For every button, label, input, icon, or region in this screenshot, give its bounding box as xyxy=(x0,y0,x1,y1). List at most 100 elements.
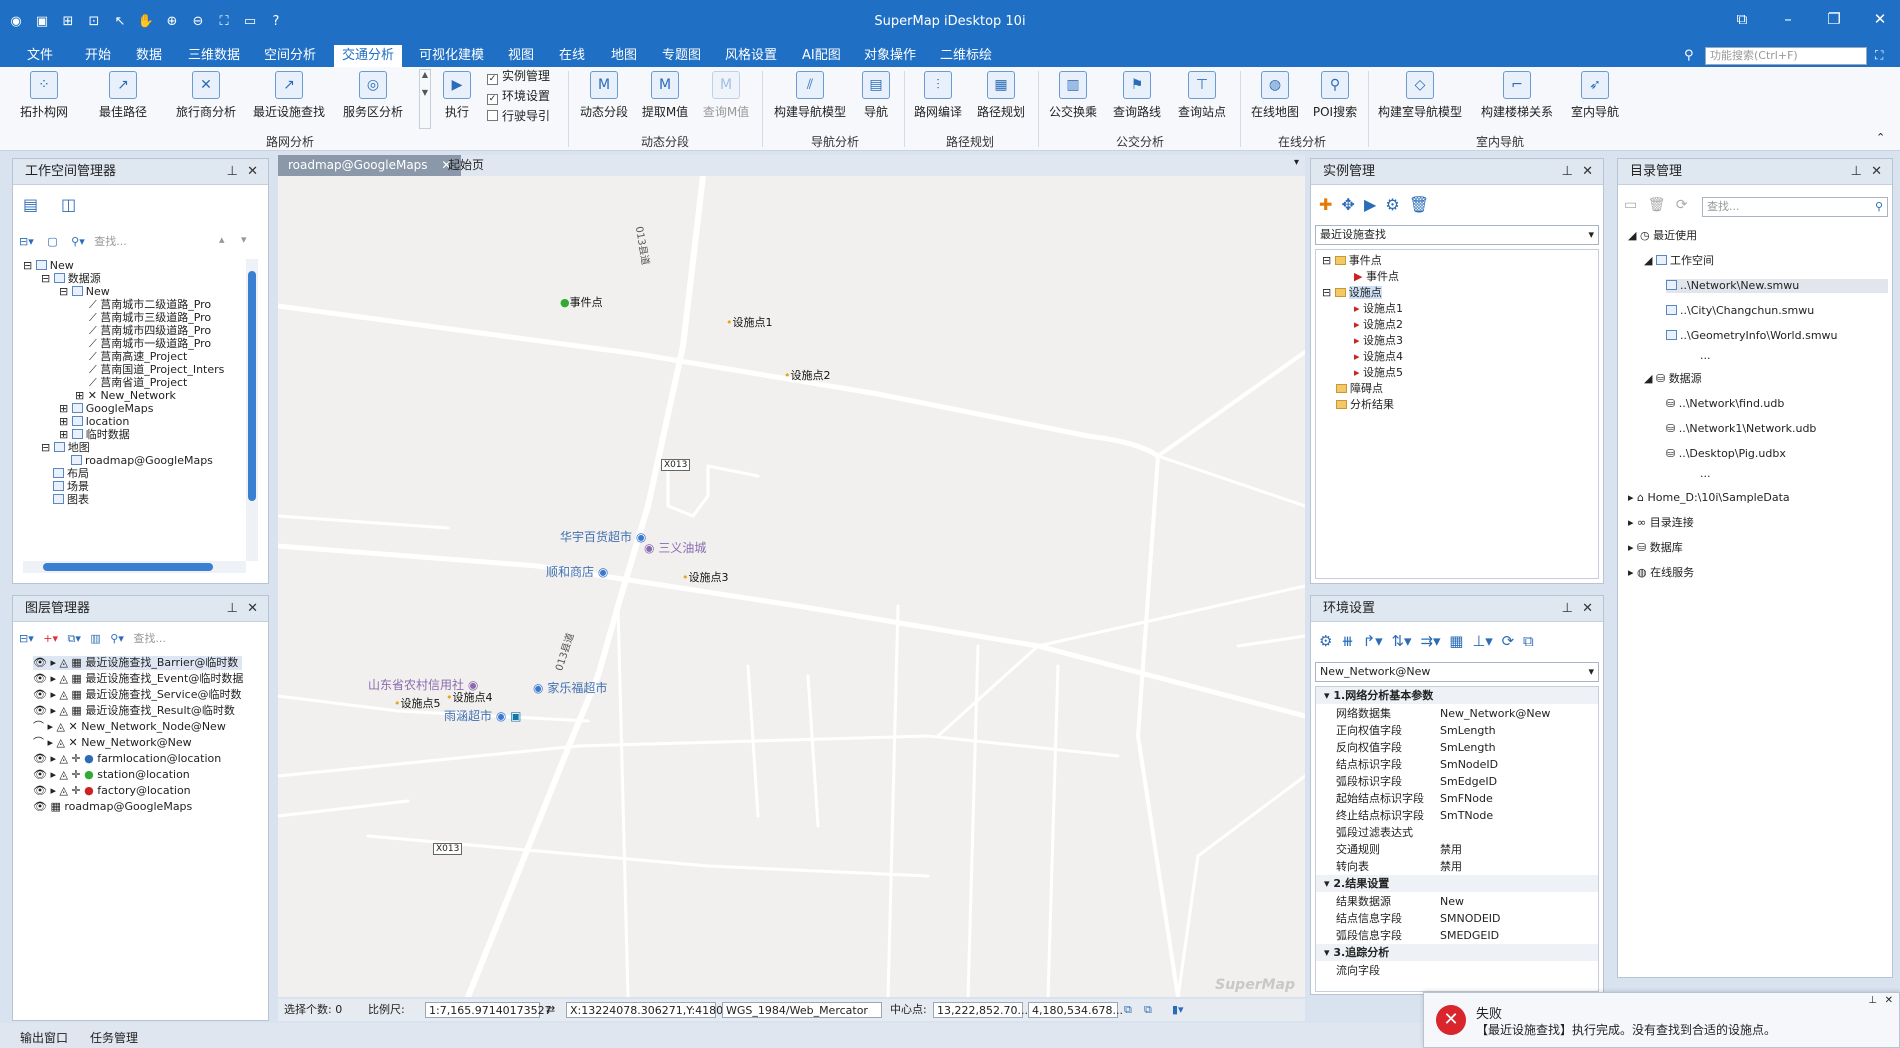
build-nav-model-button[interactable]: ⫽ 构建导航模型 xyxy=(766,67,854,131)
tree-item[interactable]: ▶ 事件点 xyxy=(1354,270,1399,284)
restore-layout-icon[interactable]: ⧉ xyxy=(1730,10,1754,28)
build-stairs-button[interactable]: ⌐ 构建楼梯关系 xyxy=(1474,67,1560,131)
pin-icon[interactable]: ⊥ xyxy=(1562,596,1573,622)
menu-3d-data[interactable]: 三维数据 xyxy=(180,45,248,67)
facility-point-3[interactable]: •设施点3 xyxy=(682,569,729,585)
section-basic-params[interactable]: ▾ 1.网络分析基本参数 xyxy=(1316,687,1598,704)
facility-point-4[interactable]: •设施点4 xyxy=(446,689,493,705)
tree-item[interactable]: ▸ ⛁ 数据库 xyxy=(1628,541,1683,555)
tree-item[interactable]: ▸ 设施点4 xyxy=(1354,350,1403,364)
refresh-icon[interactable]: ⟳ xyxy=(1502,632,1515,650)
flow-icon[interactable]: ⇉▾ xyxy=(1420,632,1440,650)
layer-item[interactable]: ⌒ ▸ ◬ ✕ New_Network_Node@New xyxy=(33,720,226,734)
catalog-search-input[interactable]: 查找... ⚲ xyxy=(1702,197,1888,217)
menu-traffic-analysis[interactable]: 交通分析 xyxy=(334,45,403,67)
tree-item[interactable]: ⊟ 数据源 xyxy=(41,272,101,286)
add-layer-icon[interactable]: +▾ xyxy=(43,632,58,645)
tree-item[interactable]: ⟋ 莒南高速_Project xyxy=(89,350,187,364)
facility-point-2[interactable]: •设施点2 xyxy=(784,367,831,383)
bus-transfer-button[interactable]: ▥ 公交换乘 xyxy=(1042,67,1104,131)
pin-icon[interactable]: ⊥ xyxy=(227,159,238,185)
crs-display[interactable]: WGS_1984/Web_Mercator xyxy=(722,1002,882,1018)
prop-value[interactable]: SmFNode xyxy=(1440,790,1493,807)
tree-item[interactable]: ⊞ ✕ New_Network xyxy=(75,389,176,403)
tree-item[interactable]: ⊞ location xyxy=(59,415,129,429)
layer-search-input[interactable]: 查找... xyxy=(133,632,166,645)
lock-icon[interactable]: ▮▾ xyxy=(1172,1002,1184,1018)
menu-start[interactable]: 开始 xyxy=(77,45,119,67)
indoor-nav-button[interactable]: ➶ 室内导航 xyxy=(1564,67,1626,131)
build-indoor-nav-button[interactable]: ◇ 构建室导航模型 xyxy=(1372,67,1468,131)
tab-list-icon[interactable]: ▾ xyxy=(1294,157,1299,168)
best-path-button[interactable]: ↗ 最佳路径 xyxy=(88,67,158,131)
section-result-settings[interactable]: ▾ 2.结果设置 xyxy=(1316,875,1598,892)
menu-data[interactable]: 数据 xyxy=(128,45,170,67)
open-icon[interactable]: ⊟▾ xyxy=(19,235,34,248)
closest-facility-button[interactable]: ↗ 最近设施查找 xyxy=(248,67,330,131)
menu-thematic[interactable]: 专题图 xyxy=(654,45,709,67)
tree-item[interactable]: ⊟ 设施点 xyxy=(1322,286,1382,300)
swap-icon[interactable]: ⇄ xyxy=(546,1002,555,1018)
tree-item[interactable]: ..\City\Changchun.smwu xyxy=(1666,304,1814,318)
close-icon[interactable]: ✕ xyxy=(247,159,258,185)
resource-tab-icon[interactable]: ◫ xyxy=(61,195,76,214)
minimize-icon[interactable]: – xyxy=(1776,10,1800,28)
tree-item[interactable]: 场景 xyxy=(53,480,89,494)
map-canvas[interactable]: 013县道 013县道 X013 X013 华宇百货超市 ◉ ◉ 三义油城 顺和… xyxy=(278,176,1305,997)
execute-button[interactable]: ▶ 执行 xyxy=(437,67,477,131)
layer-item[interactable]: 👁 ▸ ◬ ▦ 最近设施查找_Event@临时数据 xyxy=(33,672,243,686)
tree-item[interactable]: ◢ ⛁ 数据源 xyxy=(1644,372,1702,386)
poi-search-button[interactable]: ⚲ POI搜索 xyxy=(1308,67,1362,131)
find-icon[interactable]: ⚲▾ xyxy=(71,235,85,248)
tree-item[interactable]: ◢ ◷ 最近使用 xyxy=(1628,229,1697,243)
tree-item[interactable]: ⛁ ..\Network\find.udb xyxy=(1666,397,1784,411)
move-icon[interactable]: ✥ xyxy=(1342,195,1355,214)
tree-item[interactable]: ▸ 设施点3 xyxy=(1354,334,1403,348)
horizontal-scrollbar[interactable] xyxy=(23,561,246,573)
branch-icon[interactable]: ⇅▾ xyxy=(1391,632,1411,650)
route-planning-button[interactable]: ▦ 路径规划 xyxy=(970,67,1032,131)
copy-icon[interactable]: ⧉ xyxy=(1124,1002,1132,1018)
scale-combo[interactable]: 1:7,165.97140173527 xyxy=(425,1002,552,1018)
tree-item[interactable]: ⟋ 莒南国道_Project_Inters xyxy=(89,363,224,377)
menu-view[interactable]: 视图 xyxy=(500,45,542,67)
tree-item[interactable]: ⛁ ..\Desktop\Pig.udbx xyxy=(1666,447,1786,461)
find-icon[interactable]: ⚲▾ xyxy=(110,632,124,645)
close-icon[interactable]: ✕ xyxy=(1871,159,1882,185)
query-m-button[interactable]: M 查询M值 xyxy=(697,67,755,131)
event-point[interactable]: ●事件点 xyxy=(560,294,603,310)
tree-item[interactable]: ⊞ 临时数据 xyxy=(59,428,130,442)
menu-online[interactable]: 在线 xyxy=(551,45,593,67)
tree-item[interactable]: ⟋ 莒南城市二级道路_Pro xyxy=(89,298,211,312)
workspace-tab-icon[interactable]: ▤ xyxy=(23,195,38,214)
prop-value[interactable]: 禁用 xyxy=(1440,841,1462,858)
tree-item[interactable]: ▸ 设施点1 xyxy=(1354,302,1403,316)
prop-value[interactable]: SmEdgeID xyxy=(1440,773,1497,790)
facility-point-1[interactable]: •设施点1 xyxy=(726,314,773,330)
prop-value[interactable]: New xyxy=(1440,893,1464,910)
tree-item[interactable]: ⟋ 莒南城市一级道路_Pro xyxy=(89,337,211,351)
env-settings-checkbox[interactable]: ✓ 环境设置 xyxy=(487,87,550,105)
layer-item[interactable]: 👁 ▦ roadmap@GoogleMaps xyxy=(33,800,192,814)
collapse-ribbon-icon[interactable]: ⌃ xyxy=(1876,131,1885,144)
menu-visual-modeling[interactable]: 可视化建模 xyxy=(411,45,492,67)
online-map-button[interactable]: ◍ 在线地图 xyxy=(1244,67,1306,131)
tree-item[interactable]: ▸ ∞ 目录连接 xyxy=(1628,516,1694,530)
layer-item[interactable]: 👁 ▸ ◬ ▦ 最近设施查找_Service@临时数 xyxy=(33,688,241,702)
layer-item[interactable]: 👁 ▸ ◬ ✛ ● farmlocation@location xyxy=(33,752,221,766)
layer-style-icon[interactable]: ▥ xyxy=(90,632,100,645)
tree-item[interactable]: ⟋ 莒南城市四级道路_Pro xyxy=(89,324,211,338)
section-trace-analysis[interactable]: ▾ 3.追踪分析 xyxy=(1316,944,1598,961)
tree-icon[interactable]: ⊥▾ xyxy=(1472,632,1493,650)
tab-roadmap[interactable]: roadmap@GoogleMaps ✕ xyxy=(278,155,462,176)
prop-value[interactable]: SMEDGEID xyxy=(1440,927,1499,944)
close-icon[interactable]: ✕ xyxy=(1582,596,1593,622)
tree-item[interactable]: roadmap@GoogleMaps xyxy=(71,454,213,468)
pin-icon[interactable]: ⊥ xyxy=(1851,159,1862,185)
center-y-input[interactable]: 4,180,534.678... xyxy=(1028,1002,1123,1018)
prop-value[interactable]: SmLength xyxy=(1440,722,1496,739)
run-icon[interactable]: ▶ xyxy=(1364,195,1376,214)
layer-item[interactable]: ⌒ ▸ ◬ ✕ New_Network@New xyxy=(33,736,192,750)
layer-item[interactable]: 👁 ▸ ◬ ✛ ● factory@location xyxy=(33,784,191,798)
open-layer-icon[interactable]: ⊟▾ xyxy=(19,632,34,645)
